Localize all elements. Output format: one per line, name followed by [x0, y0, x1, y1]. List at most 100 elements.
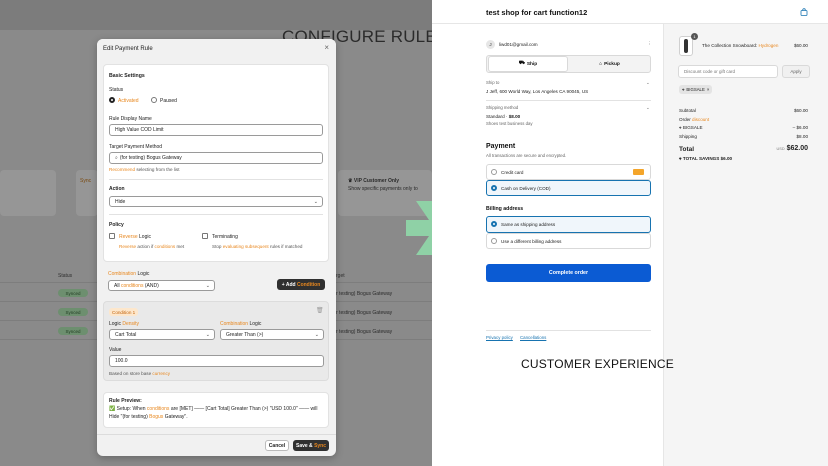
remove-code-icon[interactable]: ×	[707, 87, 710, 92]
admin-topbar	[0, 0, 432, 30]
applied-code-label: BIGSALE	[686, 87, 705, 92]
product-thumbnail	[679, 36, 693, 56]
condition-field-select[interactable]: Cart Total ⌄	[109, 329, 215, 340]
different-billing-radio[interactable]	[491, 238, 497, 244]
tag-icon: ⌖	[679, 125, 682, 130]
modal-body: Basic Settings Status Activated Paused R…	[97, 59, 336, 432]
product-name: The Collection Snowboard: Hydrogen	[702, 43, 779, 48]
bg-gateway-row: r testing) Bogus Gateway	[336, 329, 393, 335]
rule-preview-panel: Rule Preview: ✅ Setup: When conditions a…	[103, 392, 329, 428]
avatar: J	[486, 40, 495, 49]
bag-icon[interactable]	[800, 8, 808, 16]
cancel-button[interactable]: Cancel	[265, 440, 289, 451]
basic-settings-heading: Basic Settings	[109, 73, 145, 79]
total-label: Total	[679, 146, 695, 153]
close-icon[interactable]: ×	[324, 44, 329, 52]
customer-experience-caption: CUSTOMER EXPERIENCE	[521, 357, 674, 371]
discount-code-label: ⌖ BIGSALE	[679, 125, 703, 130]
admin-backdrop: Sync ♛ VIP Customer Only Show specific p…	[0, 0, 432, 466]
value-label: Value	[109, 347, 122, 353]
shipping-value: $8.00	[796, 134, 809, 139]
status-label: Status	[109, 87, 124, 93]
shipping-label: Shipping	[679, 134, 697, 139]
snowboard-image	[684, 39, 688, 53]
ship-to-label: Ship to	[486, 80, 500, 85]
bg-status-pill: Synced	[58, 308, 88, 316]
bg-sync-text: Sync	[80, 178, 92, 184]
logic-density-label: Logic Density	[109, 321, 140, 327]
store-icon: ⌂	[599, 61, 603, 67]
credit-card-radio[interactable]	[491, 169, 497, 175]
rule-preview-label: Rule Preview:	[109, 398, 142, 404]
condition-operator-select[interactable]: Greater Than (>) ⌄	[220, 329, 324, 340]
payment-subtitle: All transactions are secure and encrypte…	[486, 153, 567, 158]
trash-icon[interactable]: 🗑	[316, 307, 324, 314]
display-name-input[interactable]: High Value COD Limit	[109, 124, 323, 136]
chevron-down-icon: ⌄	[205, 332, 210, 338]
target-method-label: Target Payment Method	[109, 144, 163, 150]
same-as-shipping-label: Same as shipping address	[501, 222, 556, 227]
subtotal-label: Subtotal	[679, 108, 696, 113]
basic-settings-panel: Basic Settings Status Activated Paused R…	[103, 64, 329, 262]
status-paused-label: Paused	[160, 98, 177, 104]
account-email: liwd01@gmail.com	[499, 42, 538, 47]
privacy-policy-link[interactable]: Privacy policy	[486, 335, 513, 340]
target-method-search[interactable]: ⌕ (for testing) Bogus Gateway	[109, 152, 323, 164]
screenshot-stage: Sync ♛ VIP Customer Only Show specific p…	[0, 0, 828, 466]
policy-label: Policy	[109, 222, 124, 228]
tab-pickup[interactable]: ⌂ Pickup	[570, 56, 649, 72]
product-price: $60.00	[793, 43, 808, 48]
bg-status-pill: Synced	[58, 327, 88, 335]
more-icon[interactable]: ⋮	[647, 41, 652, 47]
cod-radio[interactable]	[491, 185, 497, 191]
status-activated-label: Activated	[118, 98, 139, 104]
same-as-shipping-radio[interactable]	[491, 221, 497, 227]
discount-code-value: – $6.00	[792, 125, 808, 130]
apply-button[interactable]: Apply	[782, 65, 810, 78]
bg-gateway-row: r testing) Bogus Gateway	[336, 291, 393, 297]
chevron-down-icon[interactable]: ⌄	[646, 105, 650, 111]
tag-icon: ⌖	[679, 156, 682, 161]
card-brand-icon	[633, 169, 644, 175]
bg-vip-title: ♛ VIP Customer Only	[348, 178, 400, 184]
action-label: Action	[109, 186, 125, 192]
divider	[486, 100, 651, 101]
combination-logic-select[interactable]: All conditions (AND) ⌄	[108, 280, 215, 291]
total-value: USD $62.00	[776, 145, 808, 152]
action-select[interactable]: Hide ⌄	[109, 196, 323, 207]
complete-order-button[interactable]: Complete order	[486, 264, 651, 282]
status-activated-radio[interactable]	[109, 97, 115, 103]
reverse-logic-checkbox[interactable]	[109, 233, 115, 239]
add-condition-button[interactable]: + Add Condition	[277, 279, 325, 290]
tag-icon: ⌖	[682, 87, 685, 92]
search-icon: ⌕	[115, 155, 118, 161]
footer-divider	[97, 434, 336, 435]
condition-operator-value: Greater Than (>)	[226, 331, 264, 338]
discount-code-input[interactable]: Discount code or gift card	[678, 65, 778, 78]
condition-combination-label: Combination Logic	[220, 321, 262, 327]
bg-gateway-row: r testing) Bogus Gateway	[336, 310, 393, 316]
reverse-logic-hint: Reverse action if conditions met	[119, 244, 185, 249]
cod-label: Cash on Delivery (COD)	[501, 186, 551, 191]
terminating-checkbox[interactable]	[202, 233, 208, 239]
terminating-hint: Stop evaluating subsequent rules if matc…	[212, 244, 303, 249]
payment-title: Payment	[486, 143, 516, 150]
combination-logic-label: Combination Logic	[108, 271, 150, 277]
status-paused-radio[interactable]	[151, 97, 157, 103]
shop-name[interactable]: test shop for cart function12	[486, 8, 587, 17]
applied-code-chip: ⌖ BIGSALE ×	[679, 85, 713, 94]
divider	[109, 179, 323, 180]
condition-panel: Condition 1 🗑 Logic Density Cart Total ⌄…	[103, 301, 329, 381]
ship-to-value: J Jeff, 600 World Way, Los Angeles CA 90…	[486, 89, 589, 94]
chevron-down-icon[interactable]: ⌄	[646, 80, 650, 86]
save-sync-button[interactable]: Save & Sync	[293, 440, 329, 451]
cancellations-link[interactable]: Cancellations	[520, 335, 546, 340]
modal-title: Edit Payment Rule	[103, 46, 153, 52]
tab-ship[interactable]: ⛟ Ship	[488, 56, 568, 72]
quantity-badge: 1	[691, 33, 698, 40]
chevron-down-icon: ⌄	[313, 199, 318, 205]
divider	[109, 214, 323, 215]
value-input[interactable]: 100.0	[109, 355, 324, 367]
checkout-page: test shop for cart function12 J liwd01@g…	[432, 0, 828, 466]
order-discount-label: Order discount	[679, 117, 710, 122]
